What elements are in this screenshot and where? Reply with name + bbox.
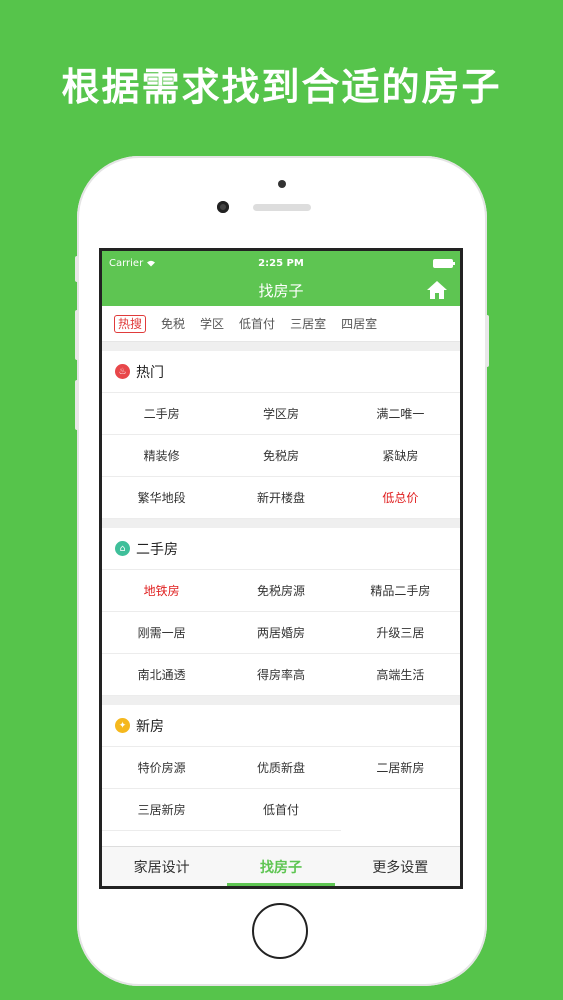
tabbar-item-0[interactable]: 家居设计 (102, 847, 221, 886)
filter-tab[interactable]: 热搜 (114, 314, 147, 333)
section-divider (102, 342, 460, 351)
option-grid: 特价房源 优质新盘 二居新房三居新房 低首付 (102, 747, 460, 831)
option-item[interactable]: 免税房 (221, 435, 341, 477)
fire-icon: ✦ (115, 718, 130, 733)
option-item[interactable]: 免税房源 (221, 570, 341, 612)
option-item[interactable]: 升级三居 (340, 612, 460, 654)
option-item[interactable]: 特价房源 (102, 747, 222, 789)
section-1: ⌂ 二手房地铁房 免税房源 精品二手房刚需一居 两居婚房 升级三居南北通透 得房率高 高端生活 (102, 528, 460, 696)
app-screen: Carrier 2:25 PM 找房子 热搜 免税 学区 低首付 三居室 四居室 ♨ 热门二… (99, 248, 463, 889)
option-grid: 地铁房 免税房源 精品二手房刚需一居 两居婚房 升级三居南北通透 得房率高 高端生活 (102, 570, 460, 696)
home-button[interactable] (252, 903, 308, 959)
earpiece-speaker (253, 204, 311, 211)
content-scroll[interactable]: ♨ 热门 二手房 学区房 满二唯一 精装修 免税房 紧缺房 繁华地段 新开楼盘 低总价 ⌂ 二手房 地铁房… (102, 342, 460, 846)
headline: 根据需求找到合适的房子 (61, 65, 502, 109)
filter-tab[interactable]: 三居室 (290, 315, 326, 332)
option-item[interactable]: 精装修 (102, 435, 222, 477)
option-item[interactable]: 刚需一居 (102, 612, 222, 654)
section-0: ♨ 热门二手房 学区房 满二唯一精装修 免税房 紧缺房繁华地段 新开楼盘 低总价 (102, 351, 460, 519)
option-item[interactable]: 学区房 (221, 393, 341, 435)
filter-tab[interactable]: 低首付 (239, 315, 275, 332)
volume-up-button (75, 310, 79, 360)
tabbar-item-2[interactable]: 更多设置 (341, 847, 460, 886)
option-item[interactable]: 得房率高 (221, 654, 341, 696)
option-item[interactable]: 高端生活 (340, 654, 460, 696)
speaker-dot (278, 180, 286, 188)
filter-tab[interactable]: 学区 (200, 315, 224, 332)
filter-tab[interactable]: 四居室 (341, 315, 377, 332)
tabbar-item-1[interactable]: 找房子 (221, 847, 340, 886)
section-title: 新房 (136, 718, 164, 735)
filter-tab[interactable]: 免税 (161, 315, 185, 332)
section-title: 二手房 (136, 541, 178, 558)
section-header: ⌂ 二手房 (102, 528, 460, 570)
option-item[interactable]: 满二唯一 (340, 393, 460, 435)
section-header: ♨ 热门 (102, 351, 460, 393)
option-item[interactable]: 二手房 (102, 393, 222, 435)
option-item[interactable]: 繁华地段 (102, 477, 222, 519)
option-item[interactable]: 两居婚房 (221, 612, 341, 654)
mute-switch (75, 256, 79, 282)
house-icon: ⌂ (115, 541, 130, 556)
volume-down-button (75, 380, 79, 430)
section-title: 热门 (136, 364, 164, 381)
option-item[interactable]: 紧缺房 (340, 435, 460, 477)
option-item[interactable]: 南北通透 (102, 654, 222, 696)
option-item[interactable]: 二居新房 (340, 747, 460, 789)
front-camera (217, 201, 229, 213)
option-item[interactable]: 三居新房 (102, 789, 222, 831)
home-icon[interactable] (426, 280, 448, 300)
status-bar: Carrier 2:25 PM (102, 251, 460, 275)
section-2: ✦ 新房特价房源 优质新盘 二居新房三居新房 低首付 (102, 705, 460, 831)
tab-bar: 家居设计 找房子 更多设置 (102, 846, 460, 886)
status-time: 2:25 PM (258, 257, 304, 269)
filter-tabs: 热搜 免税 学区 低首付 三居室 四居室 (102, 306, 460, 342)
nav-bar: 找房子 (102, 275, 460, 306)
option-grid: 二手房 学区房 满二唯一精装修 免税房 紧缺房繁华地段 新开楼盘 低总价 (102, 393, 460, 519)
section-header: ✦ 新房 (102, 705, 460, 747)
option-item[interactable]: 低总价 (340, 477, 460, 519)
option-item[interactable]: 新开楼盘 (221, 477, 341, 519)
section-divider (102, 519, 460, 528)
option-item[interactable]: 低首付 (221, 789, 341, 831)
option-item[interactable]: 优质新盘 (221, 747, 341, 789)
nav-title: 找房子 (258, 282, 304, 300)
power-button (485, 315, 489, 367)
option-item[interactable]: 地铁房 (102, 570, 222, 612)
option-item[interactable]: 精品二手房 (340, 570, 460, 612)
flame-icon: ♨ (115, 364, 130, 379)
section-divider (102, 696, 460, 705)
battery-icon (433, 258, 455, 268)
